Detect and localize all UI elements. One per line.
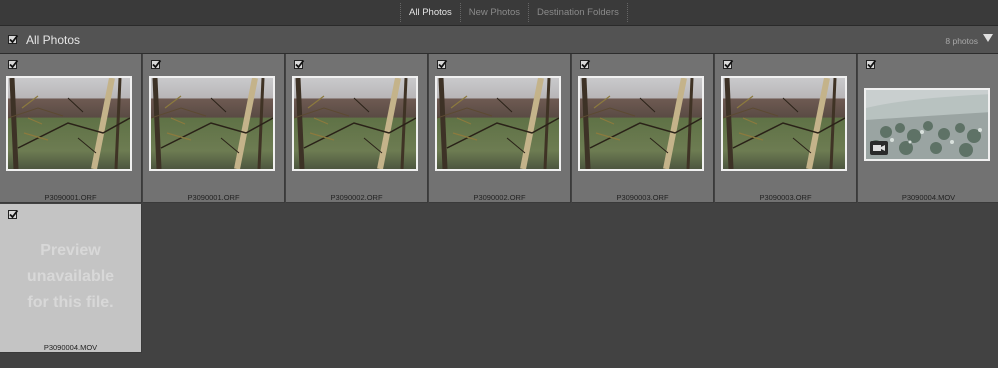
preview-unavailable-message: Preview unavailable for this file. (26, 242, 115, 311)
photo-thumbnail[interactable] (435, 76, 561, 171)
tab-all-photos[interactable]: All Photos (400, 3, 460, 22)
photo-cell[interactable]: P3090003.ORF (572, 54, 714, 203)
tab-new-photos[interactable]: New Photos (459, 3, 528, 22)
photo-checkbox[interactable] (437, 59, 448, 69)
photo-thumbnail[interactable] (149, 76, 275, 171)
photo-cell[interactable]: P3090004.MOV (858, 54, 998, 203)
photo-thumbnail-icon (294, 78, 416, 169)
photo-filename: P3090001.ORF (187, 193, 240, 202)
photo-checkbox[interactable] (580, 59, 591, 69)
photo-thumbnail-icon (8, 78, 130, 169)
photo-checkbox[interactable] (723, 59, 734, 69)
photo-cell[interactable]: P3090003.ORF (715, 54, 857, 203)
photo-checkbox[interactable] (151, 59, 162, 69)
grid-header: All Photos 8 photos (0, 26, 998, 54)
checkmark-icon (581, 59, 591, 69)
photo-thumbnail[interactable] (578, 76, 704, 171)
photo-filename: P3090002.ORF (473, 193, 526, 202)
checkmark-icon (867, 59, 877, 69)
checkmark-icon (9, 59, 19, 69)
photo-checkbox[interactable] (8, 209, 19, 219)
import-window: All Photos New Photos Destination Folder… (0, 0, 998, 368)
photo-thumbnail[interactable] (292, 76, 418, 171)
photo-checkbox[interactable] (8, 59, 19, 69)
checkmark-icon (9, 209, 19, 219)
checkmark-icon (438, 59, 448, 69)
photo-count: 8 photos (945, 36, 978, 46)
tab-destination-folders[interactable]: Destination Folders (528, 3, 628, 22)
collapse-triangle-icon[interactable] (983, 34, 993, 42)
photo-filename: P3090003.ORF (616, 193, 669, 202)
photo-filename: P3090002.ORF (330, 193, 383, 202)
video-camera-icon (870, 141, 888, 155)
photo-cell[interactable]: P3090001.ORF (143, 54, 285, 203)
photo-thumbnail-icon (437, 78, 559, 169)
photo-thumbnail[interactable] (721, 76, 847, 171)
photo-checkbox[interactable] (294, 59, 305, 69)
photo-checkbox[interactable] (866, 59, 877, 69)
photo-cell[interactable]: P3090001.ORF (0, 54, 142, 203)
checkmark-icon (724, 59, 734, 69)
photo-thumbnail-icon (580, 78, 702, 169)
grid-title: All Photos (26, 33, 81, 47)
photo-thumbnail-icon (723, 78, 845, 169)
select-all-checkbox[interactable] (8, 34, 19, 44)
photo-cell[interactable]: P3090002.ORF (286, 54, 428, 203)
checkmark-icon (9, 34, 19, 44)
photo-filename: P3090004.MOV (901, 193, 956, 202)
photo-cell[interactable]: Preview unavailable for this file. P30900… (0, 204, 142, 353)
photo-filename: P3090003.ORF (759, 193, 812, 202)
checkmark-icon (152, 59, 162, 69)
checkmark-icon (295, 59, 305, 69)
photo-cell[interactable]: P3090002.ORF (429, 54, 571, 203)
source-tabs: All Photos New Photos Destination Folder… (400, 2, 628, 23)
source-tab-bar: All Photos New Photos Destination Folder… (0, 0, 998, 26)
photo-filename: P3090004.MOV (43, 343, 98, 352)
video-thumbnail[interactable] (864, 88, 990, 161)
photo-thumbnail[interactable] (6, 76, 132, 171)
photo-filename: P3090001.ORF (44, 193, 97, 202)
photo-thumbnail-icon (151, 78, 273, 169)
